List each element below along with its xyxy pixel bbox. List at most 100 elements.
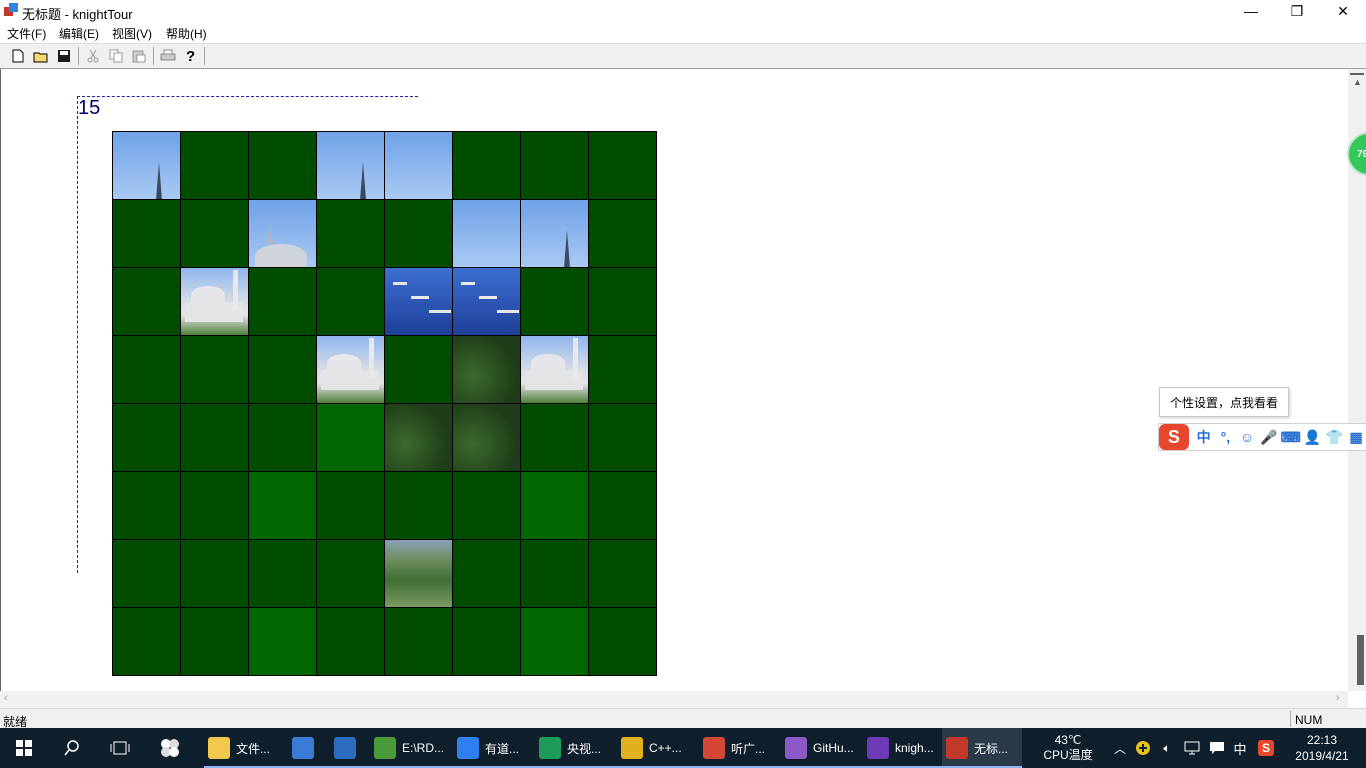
board-square[interactable] <box>112 267 180 335</box>
copy-icon[interactable] <box>107 47 125 65</box>
ime-keyboard-icon[interactable]: ⌨ <box>1280 426 1302 448</box>
search-icon[interactable] <box>48 728 96 768</box>
ime-punctuation-icon[interactable]: °, <box>1214 426 1236 448</box>
close-button[interactable]: ✕ <box>1320 0 1366 22</box>
board-square[interactable] <box>588 471 656 539</box>
board-square[interactable] <box>520 539 588 607</box>
sogou-logo-icon[interactable]: S <box>1159 424 1189 450</box>
board-square[interactable] <box>520 131 588 199</box>
board-square[interactable] <box>180 607 248 675</box>
board-square[interactable] <box>248 607 316 675</box>
save-icon[interactable] <box>55 47 73 65</box>
board-square[interactable] <box>588 199 656 267</box>
print-icon[interactable] <box>159 47 177 65</box>
board-square[interactable] <box>316 471 384 539</box>
action-center-icon[interactable] <box>1206 728 1228 768</box>
ime-emoji-icon[interactable]: ☺ <box>1236 426 1258 448</box>
network-icon[interactable] <box>1180 728 1204 768</box>
board-square[interactable] <box>452 607 520 675</box>
board-square[interactable] <box>384 335 452 403</box>
board-square[interactable] <box>384 403 452 471</box>
board-square[interactable] <box>112 607 180 675</box>
board-square[interactable] <box>248 403 316 471</box>
ime-indicator[interactable]: 中 <box>1230 728 1250 768</box>
scroll-up-arrow-icon[interactable]: ▲ <box>1353 77 1362 87</box>
board-square[interactable] <box>112 131 180 199</box>
taskbar-app[interactable] <box>330 728 370 768</box>
show-hidden-icons-icon[interactable]: ︿ <box>1110 728 1130 768</box>
board-square[interactable] <box>384 471 452 539</box>
scroll-thumb[interactable] <box>1357 635 1364 685</box>
board-square[interactable] <box>588 267 656 335</box>
board-square[interactable] <box>180 539 248 607</box>
board-square[interactable] <box>248 199 316 267</box>
board-square[interactable] <box>316 199 384 267</box>
board-square[interactable] <box>180 199 248 267</box>
taskbar-app[interactable]: GitHu... <box>781 728 863 768</box>
ime-tools-icon[interactable]: ▦ <box>1345 426 1366 448</box>
board-square[interactable] <box>248 267 316 335</box>
board-square[interactable] <box>112 335 180 403</box>
ime-user-icon[interactable]: 👤 <box>1302 426 1324 448</box>
ime-skin-icon[interactable]: 👕 <box>1323 426 1345 448</box>
board-square[interactable] <box>112 539 180 607</box>
scroll-right-arrow-icon[interactable]: › <box>1336 692 1340 704</box>
open-folder-icon[interactable] <box>32 47 50 65</box>
board-square[interactable] <box>384 199 452 267</box>
board-square[interactable] <box>520 607 588 675</box>
cut-icon[interactable] <box>84 47 102 65</box>
sogou-tray-icon[interactable]: S <box>1254 728 1278 768</box>
plus-tray-icon[interactable] <box>1132 728 1154 768</box>
restore-button[interactable]: ❐ <box>1274 0 1320 22</box>
taskbar-app[interactable]: E:\RD... <box>370 728 453 768</box>
paste-icon[interactable] <box>130 47 148 65</box>
board-square[interactable] <box>452 403 520 471</box>
board-square[interactable] <box>316 267 384 335</box>
help-icon[interactable]: ? <box>182 47 200 65</box>
board-square[interactable] <box>520 199 588 267</box>
ime-chinese-mode[interactable]: 中 <box>1193 426 1215 448</box>
board-square[interactable] <box>316 131 384 199</box>
horizontal-scrollbar[interactable]: ‹ › <box>0 691 1348 708</box>
board-square[interactable] <box>316 335 384 403</box>
menu-edit[interactable]: 编辑(E) <box>59 25 99 42</box>
taskbar-app[interactable]: 听广... <box>699 728 781 768</box>
cpu-temp-widget[interactable]: 43℃ CPU温度 <box>1030 728 1106 768</box>
board-square[interactable] <box>112 403 180 471</box>
board-square[interactable] <box>248 131 316 199</box>
board-square[interactable] <box>520 335 588 403</box>
board-square[interactable] <box>384 131 452 199</box>
new-file-icon[interactable] <box>9 47 27 65</box>
board-square[interactable] <box>112 471 180 539</box>
board-square[interactable] <box>520 471 588 539</box>
taskbar-app[interactable]: 有道... <box>453 728 535 768</box>
board-square[interactable] <box>452 131 520 199</box>
volume-icon[interactable]: 🔈︎ <box>1156 728 1178 768</box>
board-square[interactable] <box>316 607 384 675</box>
board-square[interactable] <box>384 539 452 607</box>
board-square[interactable] <box>384 267 452 335</box>
board-square[interactable] <box>180 267 248 335</box>
ime-voice-icon[interactable]: 🎤 <box>1258 426 1280 448</box>
board-square[interactable] <box>112 199 180 267</box>
board-square[interactable] <box>248 471 316 539</box>
scroll-left-arrow-icon[interactable]: ‹ <box>4 692 8 704</box>
chess-board[interactable] <box>112 131 657 676</box>
board-square[interactable] <box>520 403 588 471</box>
board-square[interactable] <box>316 539 384 607</box>
taskbar-app[interactable] <box>288 728 330 768</box>
board-square[interactable] <box>588 607 656 675</box>
board-square[interactable] <box>180 335 248 403</box>
board-square[interactable] <box>248 539 316 607</box>
ime-tooltip[interactable]: 个性设置，点我看看 <box>1159 387 1289 417</box>
board-square[interactable] <box>588 403 656 471</box>
board-square[interactable] <box>452 539 520 607</box>
menu-file[interactable]: 文件(F) <box>7 25 46 42</box>
board-square[interactable] <box>588 335 656 403</box>
board-square[interactable] <box>452 335 520 403</box>
menu-view[interactable]: 视图(V) <box>112 25 152 42</box>
pinwheel-app-icon[interactable] <box>146 728 194 768</box>
board-square[interactable] <box>452 267 520 335</box>
board-square[interactable] <box>588 539 656 607</box>
board-square[interactable] <box>316 403 384 471</box>
